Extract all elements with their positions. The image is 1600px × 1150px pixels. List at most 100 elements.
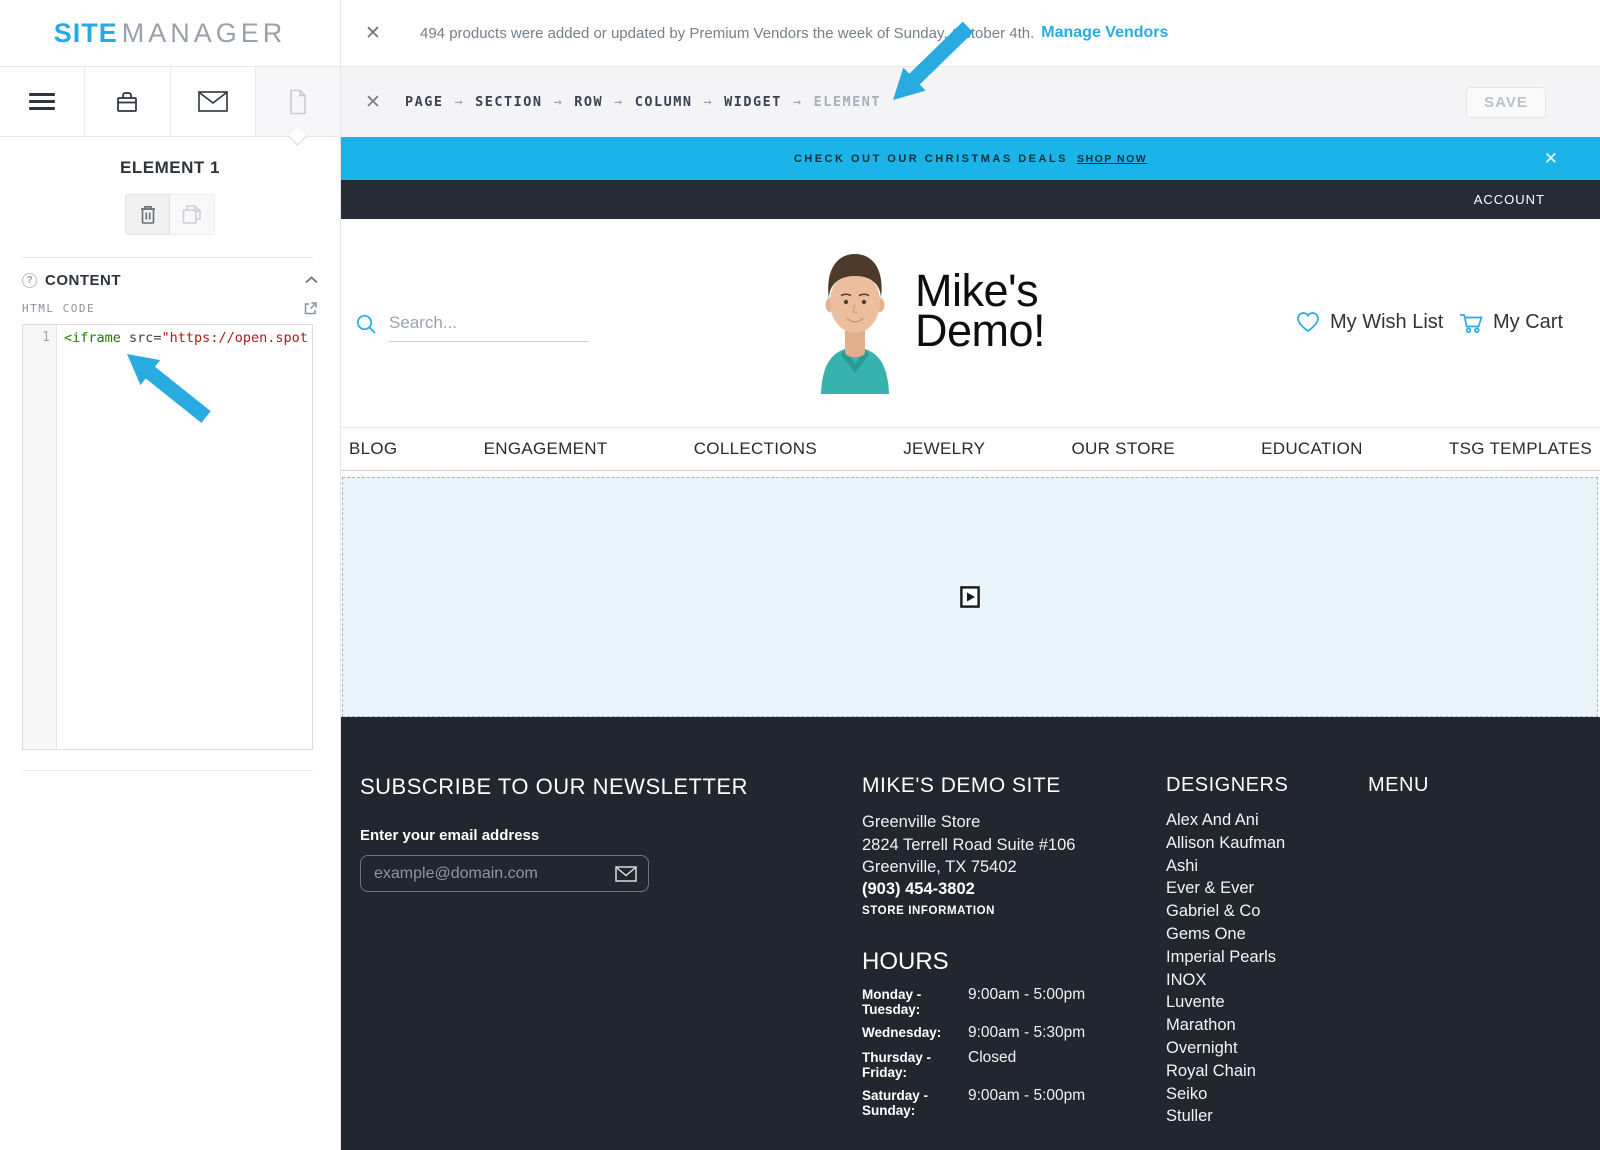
email-tab[interactable] [171, 67, 256, 136]
designer-link[interactable]: INOX [1166, 969, 1288, 992]
breadcrumb: PAGE→ SECTION→ ROW→ COLUMN→ WIDGET→ ELEM… [405, 94, 1466, 110]
site-search [356, 311, 589, 342]
nav-item[interactable]: COLLECTIONS [692, 439, 819, 459]
app-logo: SITE MANAGER [0, 0, 340, 67]
store-column: MIKE'S DEMO SITE Greenville Store2824 Te… [862, 774, 1142, 1125]
newsletter-submit-icon[interactable] [615, 866, 637, 882]
breadcrumb-item[interactable]: PAGE→ [405, 94, 475, 110]
site-footer: SUBSCRIBE TO OUR NEWSLETTER Enter your e… [341, 717, 1600, 1150]
store-phone[interactable]: (903) 454-3802 [862, 880, 1142, 899]
store-information-link[interactable]: STORE INFORMATION [862, 905, 1142, 917]
designer-link[interactable]: Ashi [1166, 855, 1288, 878]
menu-title: MENU [1368, 774, 1429, 797]
trash-icon [139, 204, 157, 225]
designer-link[interactable]: Overnight [1166, 1037, 1288, 1060]
email-label: Enter your email address [360, 827, 748, 844]
search-icon [356, 314, 377, 335]
newsletter-title: SUBSCRIBE TO OUR NEWSLETTER [360, 774, 748, 800]
editor-sidebar: SITE MANAGER [0, 0, 341, 1150]
manage-vendors-link[interactable]: Manage Vendors [1041, 24, 1168, 42]
code-attr-token: src= [121, 330, 162, 346]
page-tab-active[interactable] [256, 67, 340, 136]
breadcrumb-close-icon[interactable]: ✕ [363, 93, 383, 112]
breadcrumb-item[interactable]: SECTION→ [475, 94, 574, 110]
designer-link[interactable]: Gabriel & Co [1166, 900, 1288, 923]
store-title: MIKE'S DEMO SITE [862, 774, 1142, 798]
menu-column: MENU [1368, 774, 1429, 797]
store-tab[interactable] [85, 67, 170, 136]
designer-link[interactable]: Luvente [1166, 991, 1288, 1014]
designer-link[interactable]: Gems One [1166, 923, 1288, 946]
save-button[interactable]: SAVE [1466, 87, 1546, 118]
brand-manager: MANAGER [122, 18, 287, 49]
designer-link[interactable]: Imperial Pearls [1166, 946, 1288, 969]
site-nav: BLOG ENGAGEMENT COLLECTIONS JEWELRY OUR STOR… [341, 427, 1600, 471]
nav-item[interactable]: EDUCATION [1259, 439, 1365, 459]
designer-link[interactable]: Seiko [1166, 1083, 1288, 1106]
address-line: Greenville, TX 75402 [862, 856, 1142, 879]
content-section-label: CONTENT [45, 272, 305, 289]
breadcrumb-item[interactable]: WIDGET→ [724, 94, 813, 110]
play-icon[interactable] [960, 586, 980, 608]
code-string-token: "https://open.spot [162, 330, 308, 346]
notification-message: 494 products were added or updated by Pr… [420, 25, 1034, 42]
help-icon[interactable]: ? [22, 273, 37, 288]
menu-tab[interactable] [0, 67, 85, 136]
search-input[interactable] [389, 311, 589, 342]
promo-close-icon[interactable]: ✕ [1544, 149, 1558, 169]
notification-close-icon[interactable]: ✕ [363, 24, 383, 43]
html-code-label: HTML CODE [22, 302, 303, 315]
hours-table: Monday - Tuesday: 9:00am - 5:00pm Wednes… [862, 986, 1142, 1118]
designer-link[interactable]: Stuller [1166, 1105, 1288, 1128]
breadcrumb-bar: ✕ PAGE→ SECTION→ ROW→ COLUMN→ WIDGET→ EL… [341, 67, 1600, 137]
account-bar: ACCOUNT [341, 180, 1600, 219]
shop-now-link[interactable]: SHOP NOW [1077, 153, 1147, 165]
cart-icon [1458, 310, 1484, 334]
designer-link[interactable]: Royal Chain [1166, 1060, 1288, 1083]
nav-item[interactable]: TSG TEMPLATES [1447, 439, 1594, 459]
hours-title: HOURS [862, 948, 1142, 976]
wishlist-link[interactable]: My Wish List [1295, 310, 1443, 334]
copy-icon [181, 204, 203, 225]
nav-item[interactable]: ENGAGEMENT [482, 439, 610, 459]
designer-link[interactable]: Alex And Ani [1166, 809, 1288, 832]
briefcase-icon [114, 89, 140, 114]
embed-widget-placeholder[interactable] [342, 477, 1598, 717]
notification-bar: ✕ 494 products were added or updated by … [341, 0, 1600, 67]
nav-item[interactable]: JEWELRY [901, 439, 987, 459]
designers-title: DESIGNERS [1166, 774, 1288, 797]
site-logo[interactable]: Mike's Demo! [811, 247, 1045, 394]
sidebar-toolbar [0, 67, 340, 137]
panel-title: ELEMENT 1 [0, 158, 340, 178]
designer-link[interactable]: Marathon [1166, 1014, 1288, 1037]
divider [22, 770, 313, 771]
site-header: Mike's Demo! My Wish List My [341, 219, 1600, 427]
divider [22, 257, 313, 258]
breadcrumb-item[interactable]: COLUMN→ [635, 94, 724, 110]
nav-item[interactable]: OUR STORE [1069, 439, 1176, 459]
designers-column: DESIGNERS Alex And AniAllison KaufmanAsh… [1166, 774, 1288, 1128]
expand-editor-icon[interactable] [303, 301, 318, 316]
cart-link[interactable]: My Cart [1458, 310, 1563, 334]
site-manager-app: SITE MANAGER [0, 0, 1600, 1150]
logo-line2: Demo! [915, 311, 1045, 351]
delete-element-button[interactable] [125, 194, 170, 235]
store-address: Greenville Store2824 Terrell Road Suite … [862, 811, 1142, 879]
element-actions [125, 194, 215, 235]
line-number: 1 [42, 330, 50, 345]
duplicate-element-button[interactable] [170, 194, 215, 235]
chevron-up-icon[interactable] [305, 276, 318, 284]
breadcrumb-item[interactable]: ROW→ [574, 94, 635, 110]
designer-link[interactable]: Allison Kaufman [1166, 832, 1288, 855]
logo-photo [811, 247, 899, 394]
code-editor[interactable]: 1 <iframe src="https://open.spot [22, 324, 313, 750]
nav-item[interactable]: BLOG [347, 439, 399, 459]
account-link[interactable]: ACCOUNT [1474, 192, 1545, 207]
email-input[interactable] [360, 855, 649, 892]
code-line[interactable]: <iframe src="https://open.spot [57, 325, 312, 749]
document-icon [287, 89, 308, 115]
designer-link[interactable]: Ever & Ever [1166, 877, 1288, 900]
breadcrumb-item[interactable]: ELEMENT [814, 94, 881, 110]
hours-row: Saturday - Sunday: 9:00am - 5:00pm [862, 1087, 1142, 1118]
code-tag-token: <iframe [64, 330, 121, 346]
